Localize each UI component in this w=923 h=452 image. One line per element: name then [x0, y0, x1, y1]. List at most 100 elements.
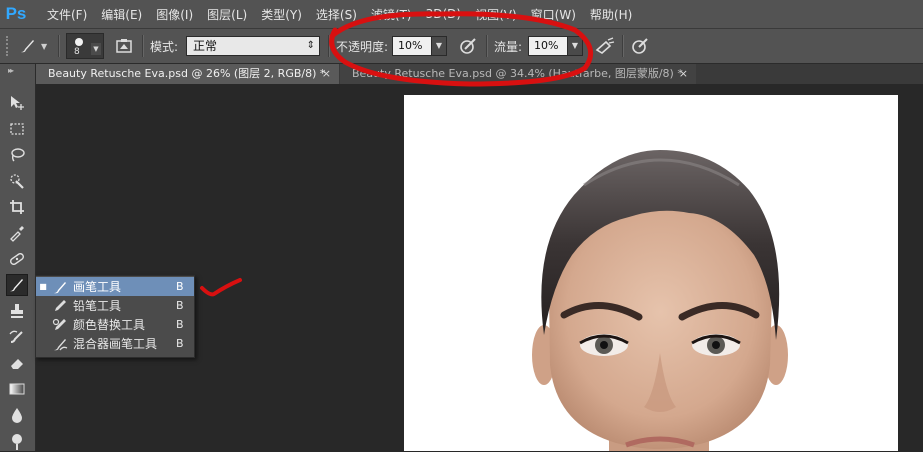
- canvas-area[interactable]: [36, 84, 923, 451]
- collapse-chevron-icon[interactable]: ▸▸: [8, 66, 14, 75]
- brush-tip-icon: [75, 38, 83, 46]
- mixer-brush-icon: [50, 336, 70, 352]
- tab-label: Beauty Retusche Eva.psd @ 26% (图层 2, RGB…: [48, 67, 326, 80]
- menu-edit[interactable]: 编辑(E): [94, 6, 149, 23]
- dodge-icon: [12, 434, 22, 450]
- brush-tool-flyout: ■ 画笔工具 B 铅笔工具 B 颜色替换工具 B 混合器画笔工具 B: [35, 275, 195, 358]
- size-pressure-button[interactable]: [630, 29, 650, 63]
- eraser-icon: [11, 359, 23, 369]
- crop-icon: [10, 200, 24, 214]
- chevron-down-icon: ▼: [91, 43, 101, 55]
- airbrush-button[interactable]: [594, 29, 616, 63]
- photoshop-logo: Ps: [5, 4, 27, 23]
- flyout-item-label: 混合器画笔工具: [73, 337, 158, 351]
- brush-panel-toggle[interactable]: [114, 29, 134, 63]
- brush-icon: [50, 279, 70, 295]
- flyout-item-label: 画笔工具: [73, 280, 122, 294]
- divider: [142, 35, 144, 57]
- portrait-image: [532, 150, 788, 451]
- shortcut-key: B: [176, 299, 184, 312]
- pressure-opacity-icon: [460, 38, 476, 54]
- opacity-label: 不透明度:: [336, 39, 389, 54]
- eraser-tool[interactable]: [6, 352, 28, 374]
- flyout-item-label: 颜色替换工具: [73, 318, 146, 332]
- eyedropper-tool[interactable]: [6, 222, 28, 244]
- menu-3d[interactable]: 3D(D): [419, 7, 468, 21]
- menu-help[interactable]: 帮助(H): [583, 6, 639, 23]
- flow-label: 流量:: [494, 39, 523, 54]
- shortcut-key: B: [176, 337, 184, 350]
- brush-icon: [10, 279, 23, 292]
- move-icon: [11, 96, 24, 110]
- options-bar-grip[interactable]: [6, 36, 14, 56]
- flyout-item-color-replacement[interactable]: 颜色替换工具 B: [36, 315, 194, 334]
- blur-tool[interactable]: [6, 404, 28, 426]
- selected-bullet-icon: ■: [39, 282, 47, 291]
- bandage-icon: [10, 253, 24, 265]
- divider: [328, 35, 330, 57]
- divider: [622, 35, 624, 57]
- color-replace-icon: [50, 317, 70, 333]
- opacity-dropdown-button[interactable]: ▼: [431, 36, 447, 56]
- tool-preset-picker[interactable]: ▼: [18, 29, 47, 63]
- tab-document-2[interactable]: Beauty Retusche Eva.psd @ 34.4% (Hautfar…: [340, 64, 696, 84]
- menu-window[interactable]: 窗口(W): [524, 6, 583, 23]
- pressure-size-icon: [632, 38, 648, 54]
- chevron-down-icon: ▼: [41, 41, 48, 51]
- menu-select[interactable]: 选择(S): [309, 6, 364, 23]
- flyout-item-mixer-brush[interactable]: 混合器画笔工具 B: [36, 334, 194, 353]
- flow-input[interactable]: 10%: [528, 36, 568, 56]
- mode-value: 正常: [193, 39, 218, 53]
- flyout-item-label: 铅笔工具: [73, 299, 122, 313]
- toolbar: ▸▸: [0, 64, 36, 451]
- brush-tool[interactable]: [6, 274, 28, 296]
- close-icon[interactable]: ×: [322, 64, 331, 84]
- droplet-icon: [12, 408, 22, 423]
- dodge-tool[interactable]: [6, 430, 28, 452]
- flow-dropdown-button[interactable]: ▼: [567, 36, 583, 56]
- mode-select[interactable]: 正常 ⇕: [186, 36, 320, 56]
- menu-file[interactable]: 文件(F): [40, 6, 94, 23]
- brush-size-value: 8: [74, 47, 80, 57]
- quick-selection-tool[interactable]: [6, 170, 28, 192]
- marquee-icon: [10, 123, 24, 135]
- mode-label: 模式:: [150, 39, 179, 54]
- document-tabs: Beauty Retusche Eva.psd @ 26% (图层 2, RGB…: [36, 64, 923, 84]
- brush-size-picker[interactable]: 8 ▼: [66, 33, 104, 59]
- gradient-tool[interactable]: [6, 378, 28, 400]
- crop-tool[interactable]: [6, 196, 28, 218]
- shortcut-key: B: [176, 318, 184, 331]
- document-canvas[interactable]: [404, 95, 898, 451]
- move-tool[interactable]: [6, 92, 28, 114]
- flyout-item-pencil[interactable]: 铅笔工具 B: [36, 296, 194, 315]
- pencil-icon: [50, 298, 70, 314]
- close-icon[interactable]: ×: [679, 64, 688, 84]
- opacity-pressure-button[interactable]: [458, 29, 478, 63]
- divider: [58, 35, 60, 57]
- stamp-icon: [11, 304, 23, 318]
- updown-arrows-icon: ⇕: [306, 40, 315, 51]
- lasso-icon: [11, 148, 25, 162]
- brush-icon: [21, 40, 34, 53]
- tab-document-1[interactable]: Beauty Retusche Eva.psd @ 26% (图层 2, RGB…: [36, 64, 339, 84]
- airbrush-icon: [595, 37, 615, 54]
- healing-brush-tool[interactable]: [6, 248, 28, 270]
- lasso-tool[interactable]: [6, 144, 28, 166]
- flyout-item-brush[interactable]: ■ 画笔工具 B: [36, 277, 194, 296]
- menu-image[interactable]: 图像(I): [149, 6, 200, 23]
- gradient-icon: [9, 383, 25, 395]
- opacity-input[interactable]: 10%: [392, 36, 432, 56]
- divider: [486, 35, 488, 57]
- eyedropper-icon: [10, 226, 24, 242]
- menu-type[interactable]: 类型(Y): [254, 6, 309, 23]
- menu-view[interactable]: 视图(V): [468, 6, 524, 23]
- history-brush-icon: [9, 330, 23, 343]
- clone-stamp-tool[interactable]: [6, 300, 28, 322]
- shortcut-key: B: [176, 280, 184, 293]
- history-brush-tool[interactable]: [6, 326, 28, 348]
- menu-layer[interactable]: 图层(L): [200, 6, 254, 23]
- marquee-tool[interactable]: [6, 118, 28, 140]
- menu-filter[interactable]: 滤镜(T): [364, 6, 419, 23]
- brush-panel-icon: [116, 39, 132, 53]
- quick-selection-icon: [10, 174, 24, 189]
